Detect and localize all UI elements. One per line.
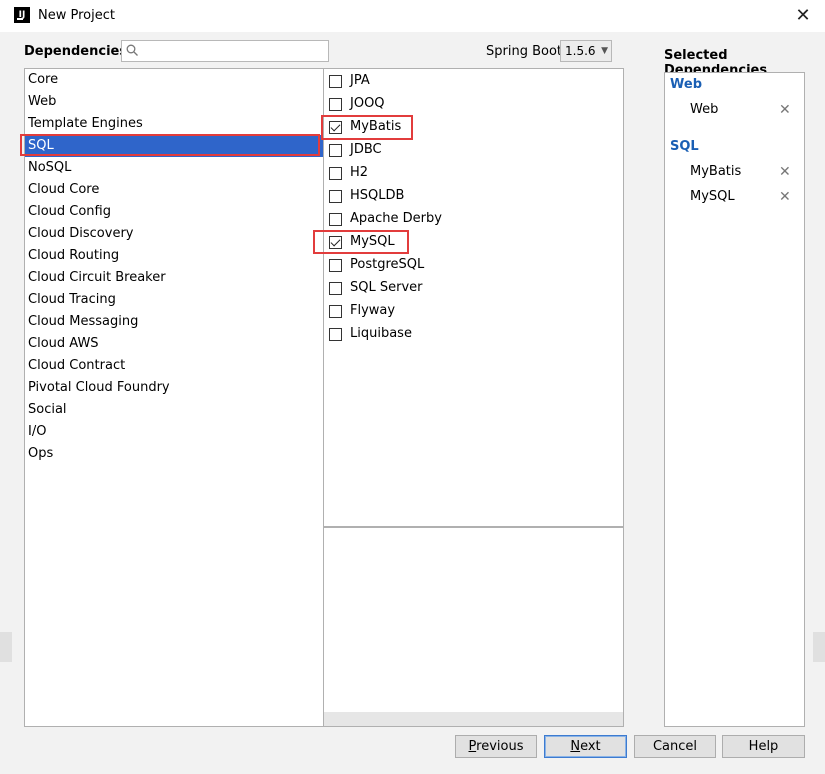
dependency-label: Liquibase xyxy=(350,326,412,341)
remove-dependency-icon[interactable]: ✕ xyxy=(779,164,791,180)
remove-dependency-icon[interactable]: ✕ xyxy=(779,189,791,205)
spring-boot-label: Spring Boot xyxy=(486,44,563,59)
selected-dependency-item: MySQL xyxy=(690,189,735,204)
spring-boot-version-dropdown[interactable]: 1.5.6 ▼ xyxy=(560,40,612,62)
checkbox[interactable] xyxy=(329,305,342,318)
dependency-label: SQL Server xyxy=(350,280,423,295)
checkbox[interactable] xyxy=(329,144,342,157)
previous-label: revious xyxy=(476,739,524,754)
dependency-search-field[interactable] xyxy=(121,40,329,62)
search-icon xyxy=(126,44,138,56)
intellij-logo-icon: IJ xyxy=(14,7,30,23)
dependency-description-panel xyxy=(323,527,624,727)
category-item[interactable]: Cloud Config xyxy=(25,201,323,223)
selected-dependency-item: Web xyxy=(690,102,719,117)
category-item[interactable]: Cloud Messaging xyxy=(25,311,323,333)
checkbox[interactable] xyxy=(329,167,342,180)
category-item[interactable]: I/O xyxy=(25,421,323,443)
checkbox[interactable] xyxy=(329,190,342,203)
checkbox[interactable] xyxy=(329,259,342,272)
category-item[interactable]: Cloud Routing xyxy=(25,245,323,267)
dependencies-label: Dependencies xyxy=(24,44,128,59)
category-item[interactable]: Web xyxy=(25,91,323,113)
dependency-label: JOOQ xyxy=(350,96,385,111)
checkbox[interactable] xyxy=(329,328,342,341)
dependency-label: PostgreSQL xyxy=(350,257,425,272)
highlight-sql-category xyxy=(20,134,320,156)
checkbox[interactable] xyxy=(329,282,342,295)
help-button[interactable]: Help xyxy=(722,735,805,758)
checkbox[interactable] xyxy=(329,213,342,226)
category-item[interactable]: Pivotal Cloud Foundry xyxy=(25,377,323,399)
next-mnemonic: N xyxy=(570,739,581,754)
category-item[interactable]: Cloud AWS xyxy=(25,333,323,355)
spring-boot-version-value: 1.5.6 xyxy=(565,44,596,58)
category-item[interactable]: Cloud Circuit Breaker xyxy=(25,267,323,289)
category-item[interactable]: Cloud Discovery xyxy=(25,223,323,245)
category-item[interactable]: Cloud Core xyxy=(25,179,323,201)
dependency-label: Apache Derby xyxy=(350,211,442,226)
checkbox[interactable] xyxy=(329,98,342,111)
close-button[interactable]: ✕ xyxy=(789,2,817,30)
highlight-mysql xyxy=(313,230,409,254)
selected-group-header: Web xyxy=(670,77,702,92)
chevron-down-icon: ▼ xyxy=(601,46,608,56)
category-item[interactable]: Cloud Contract xyxy=(25,355,323,377)
previous-button[interactable]: Previous xyxy=(455,735,537,758)
background-window-edge-right xyxy=(813,632,825,662)
category-list: Core Web Template Engines SQL NoSQL Cloud Cor… xyxy=(24,68,324,727)
window-title: New Project xyxy=(38,8,115,23)
category-item[interactable]: Core xyxy=(25,69,323,91)
category-item[interactable]: Social xyxy=(25,399,323,421)
new-project-dialog: Dependencies Spring Boot 1.5.6 ▼ Selecte… xyxy=(0,32,825,774)
dependency-label: JDBC xyxy=(350,142,382,157)
previous-mnemonic: P xyxy=(468,739,477,754)
horizontal-scrollbar[interactable] xyxy=(324,712,623,726)
next-label: ext xyxy=(580,739,601,754)
search-input[interactable] xyxy=(142,42,324,60)
dependency-label: Flyway xyxy=(350,303,396,318)
selected-group-header: SQL xyxy=(670,139,699,154)
selected-dependencies-panel: Web Web ✕ SQL MyBatis ✕ MySQL ✕ xyxy=(664,72,805,727)
remove-dependency-icon[interactable]: ✕ xyxy=(779,102,791,118)
background-window-edge xyxy=(0,632,12,662)
next-button[interactable]: Next xyxy=(544,735,627,758)
highlight-mybatis xyxy=(321,115,413,140)
category-item[interactable]: Template Engines xyxy=(25,113,323,135)
category-item[interactable]: Cloud Tracing xyxy=(25,289,323,311)
title-bar: IJ New Project ✕ xyxy=(0,0,825,32)
cancel-button[interactable]: Cancel xyxy=(634,735,716,758)
selected-dependency-item: MyBatis xyxy=(690,164,742,179)
dependency-label: HSQLDB xyxy=(350,188,405,203)
dependency-label: H2 xyxy=(350,165,369,180)
category-item[interactable]: Ops xyxy=(25,443,323,465)
dependency-label: JPA xyxy=(350,73,370,88)
checkbox[interactable] xyxy=(329,75,342,88)
category-item[interactable]: NoSQL xyxy=(25,157,323,179)
